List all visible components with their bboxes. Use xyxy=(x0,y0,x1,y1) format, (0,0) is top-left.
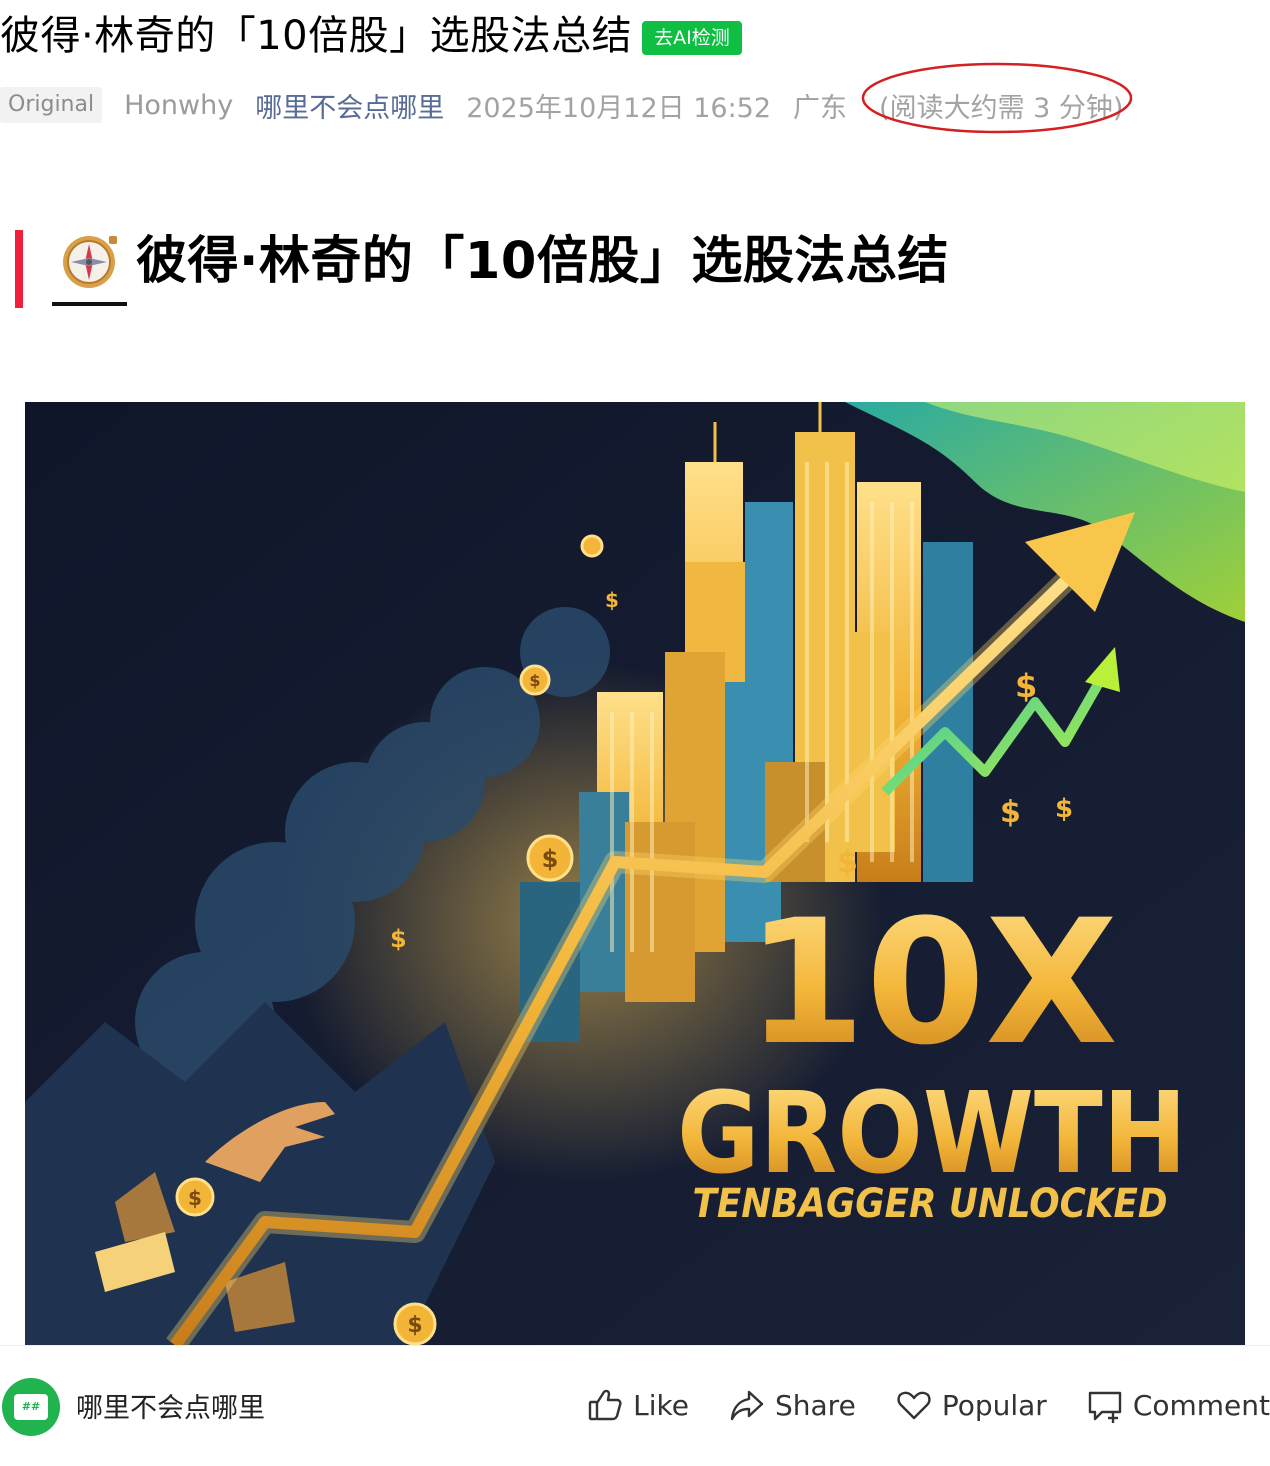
account-link[interactable]: 哪里不会点哪里 xyxy=(255,86,444,125)
hero-headline: 10X xyxy=(746,882,1118,1083)
avatar[interactable]: ## xyxy=(2,1378,60,1436)
action-group: Like Share Popular Comment xyxy=(547,1380,1270,1430)
svg-text:$: $ xyxy=(605,588,619,612)
comment-icon xyxy=(1088,1391,1122,1423)
svg-text:$: $ xyxy=(1015,667,1037,705)
heading-icon-underline xyxy=(52,302,127,306)
article-title-row: 彼得·林奇的「10倍股」选股法总结 去AI检测 xyxy=(0,8,742,64)
popular-label: Popular xyxy=(941,1388,1047,1422)
svg-text:$: $ xyxy=(188,1186,202,1210)
avatar-glyph: ## xyxy=(14,1394,48,1420)
heading-accent-bar xyxy=(15,230,23,308)
svg-text:$: $ xyxy=(407,1313,422,1338)
svg-text:$: $ xyxy=(542,845,559,873)
heart-icon xyxy=(897,1391,931,1420)
hero-tagline: TENBAGGER UNLOCKED xyxy=(693,1181,1168,1227)
svg-text:$: $ xyxy=(390,925,407,953)
original-badge: Original xyxy=(0,87,103,123)
reading-time: (阅读大约需 3 分钟) xyxy=(879,92,1124,124)
article-title: 彼得·林奇的「10倍股」选股法总结 xyxy=(0,13,633,59)
svg-text:$: $ xyxy=(837,845,858,880)
popular-button[interactable]: Popular xyxy=(894,1385,1047,1425)
hero-image: $ $ $ $ $ $ $ $ $ $ 10X GROWTH TENBAGGER… xyxy=(25,402,1245,1345)
region: 广东 xyxy=(793,92,848,124)
share-button[interactable]: Share xyxy=(727,1385,856,1425)
article-meta: Original Honwhy 哪里不会点哪里 2025年10月12日 16:5… xyxy=(0,62,1155,133)
comment-button[interactable]: Comment xyxy=(1085,1385,1270,1425)
svg-text:$: $ xyxy=(1055,794,1073,824)
like-button[interactable]: Like xyxy=(585,1385,689,1425)
comment-label: Comment xyxy=(1132,1388,1270,1422)
ai-detect-badge[interactable]: 去AI检测 xyxy=(642,21,742,55)
thumbs-up-icon xyxy=(588,1389,622,1421)
svg-text:$: $ xyxy=(529,671,540,690)
section-heading: 彼得·林奇的「10倍股」选股法总结 xyxy=(136,232,949,291)
hero-subheadline: GROWTH xyxy=(677,1069,1187,1199)
compass-icon xyxy=(52,228,126,308)
svg-text:$: $ xyxy=(1000,795,1021,830)
bottom-action-bar: ## 哪里不会点哪里 Like Share Popular Comment xyxy=(0,1345,1270,1466)
reading-time-wrap: (阅读大约需 3 分钟) xyxy=(861,62,1133,133)
publish-time: 2025年10月12日 16:52 xyxy=(466,92,772,124)
share-icon xyxy=(730,1390,764,1421)
bottom-account-name[interactable]: 哪里不会点哪里 xyxy=(76,1386,265,1425)
author-name: Honwhy xyxy=(124,89,234,121)
share-label: Share xyxy=(775,1388,856,1422)
like-label: Like xyxy=(633,1388,689,1422)
